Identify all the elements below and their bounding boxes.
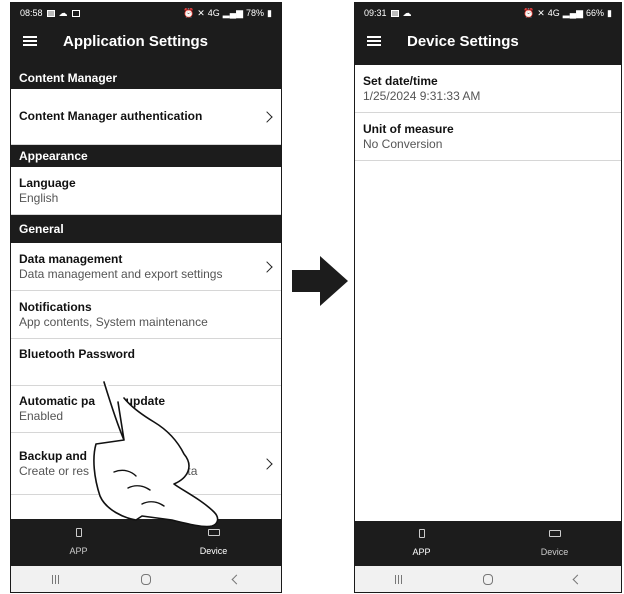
- device-settings-list: Set date/time 1/25/2024 9:31:33 AM Unit …: [355, 65, 621, 521]
- network-type: 4G: [207, 8, 220, 18]
- setting-unit-of-measure[interactable]: Unit of measure No Conversion: [355, 113, 621, 161]
- app-bar: Application Settings: [11, 23, 281, 59]
- recent-apps-icon[interactable]: [395, 574, 403, 584]
- gallery-icon: [390, 9, 399, 17]
- battery-percent: 66%: [586, 8, 605, 18]
- status-time: 09:31: [364, 8, 387, 18]
- bottom-nav: APP Device: [355, 521, 621, 565]
- nav-app-label: APP: [412, 547, 431, 557]
- row-title: Notifications: [19, 299, 92, 314]
- alarm-icon: ⏰: [183, 7, 195, 18]
- arrow-right-icon: [292, 256, 348, 306]
- nav-device[interactable]: Device: [488, 521, 621, 565]
- chevron-right-icon: [261, 457, 273, 470]
- setting-notifications[interactable]: Notifications App contents, System maint…: [11, 291, 281, 339]
- home-icon[interactable]: [482, 573, 493, 585]
- status-time: 08:58: [20, 8, 43, 18]
- alarm-icon: ⏰: [523, 7, 535, 18]
- mute-icon: ✕: [537, 7, 545, 18]
- signal-icon: ▂▄▆: [222, 7, 244, 18]
- battery-percent: 78%: [246, 8, 265, 18]
- setting-data-management[interactable]: Data management Data management and expo…: [11, 243, 281, 291]
- setting-content-manager-authentication[interactable]: Content Manager authentication: [11, 89, 281, 145]
- cloud-icon: ☁: [402, 7, 412, 18]
- network-type: 4G: [547, 8, 560, 18]
- row-subtitle: 1/25/2024 9:31:33 AM: [363, 88, 481, 103]
- gallery-icon: [46, 9, 55, 17]
- row-title: Language: [19, 175, 76, 190]
- nav-device-label: Device: [199, 545, 228, 556]
- app-bar: Device Settings: [355, 23, 621, 59]
- section-header-appearance: Appearance: [11, 145, 281, 167]
- system-nav-bar: [355, 566, 621, 592]
- page-title: Application Settings: [63, 32, 209, 50]
- nav-device-label: Device: [540, 546, 569, 557]
- nav-app[interactable]: APP: [355, 521, 488, 565]
- section-header-content-manager: Content Manager: [11, 67, 281, 89]
- row-title: Content Manager authentication: [19, 109, 203, 123]
- row-title: Set date/time: [363, 73, 438, 88]
- status-bar: 09:31 ☁ ⏰ ✕ 4G ▂▄▆ 66% ▮: [355, 3, 621, 23]
- smartphone-icon: [418, 529, 425, 538]
- row-title: Bluetooth Password: [19, 347, 136, 361]
- page-title: Device Settings: [407, 32, 519, 50]
- smartphone-icon: [75, 528, 82, 537]
- row-subtitle: App contents, System maintenance: [19, 314, 208, 329]
- row-title: Unit of measure: [363, 121, 454, 136]
- row-subtitle: English: [19, 190, 59, 205]
- section-header-general: General: [11, 215, 281, 243]
- hamburger-menu-icon[interactable]: [23, 36, 37, 46]
- tap-hand-icon: [93, 381, 219, 528]
- hamburger-menu-icon[interactable]: [367, 36, 381, 46]
- row-subtitle: Data management and export settings: [19, 266, 223, 281]
- mute-icon: ✕: [197, 7, 205, 18]
- home-icon[interactable]: [141, 573, 151, 585]
- battery-icon: ▮: [267, 7, 272, 18]
- recent-apps-icon[interactable]: [52, 574, 59, 584]
- signal-icon: ▂▄▆: [562, 7, 584, 18]
- setting-language[interactable]: Language English: [11, 167, 281, 215]
- row-title: Data management: [19, 251, 123, 266]
- row-subtitle: No Conversion: [363, 136, 443, 151]
- setting-date-time[interactable]: Set date/time 1/25/2024 9:31:33 AM: [355, 65, 621, 113]
- back-icon[interactable]: [572, 574, 583, 584]
- system-nav-bar: [11, 566, 281, 592]
- nav-app-label: APP: [69, 546, 88, 556]
- device-icon: [548, 529, 561, 537]
- cast-icon: [71, 9, 80, 17]
- status-bar: 08:58 ☁ ⏰ ✕ 4G ▂▄▆ 78% ▮: [11, 3, 281, 23]
- cloud-icon: ☁: [58, 7, 68, 18]
- phone-right: 09:31 ☁ ⏰ ✕ 4G ▂▄▆ 66% ▮ Device Settings…: [354, 2, 622, 593]
- battery-icon: ▮: [607, 7, 612, 18]
- back-icon[interactable]: [231, 574, 242, 584]
